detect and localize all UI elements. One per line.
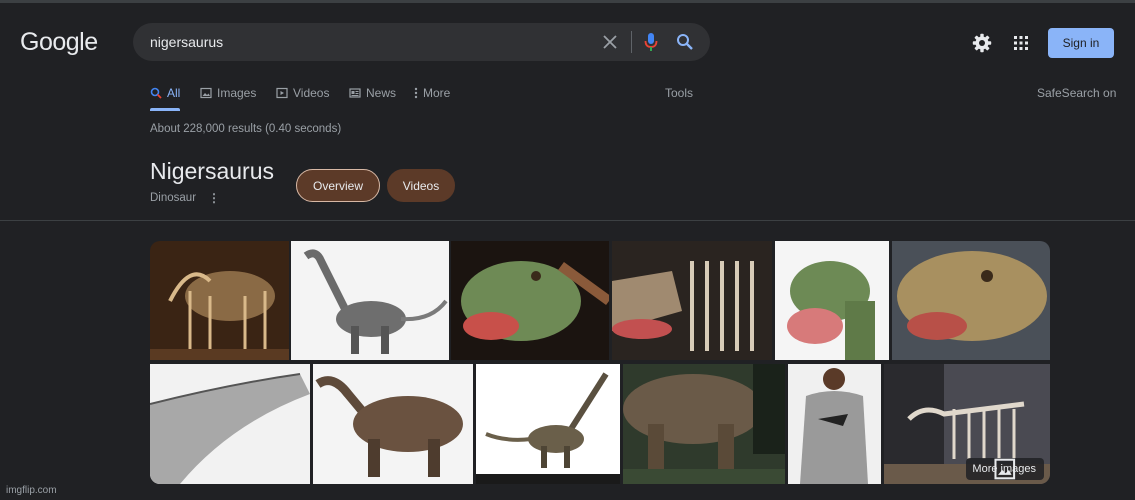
- sauropod-render-thumbnail[interactable]: [291, 241, 449, 360]
- tab-more-label: More: [423, 86, 451, 100]
- head-closeup-thumbnail[interactable]: [451, 241, 609, 360]
- tab-images-label: Images: [217, 86, 257, 100]
- news-icon: [349, 88, 361, 98]
- top-border: [0, 0, 1135, 3]
- search-icon: [150, 87, 162, 99]
- section-divider: [0, 220, 1135, 221]
- close-icon[interactable]: [602, 34, 618, 50]
- skeleton-thumbnail-1[interactable]: [150, 241, 289, 360]
- chip-videos[interactable]: Videos: [387, 169, 455, 202]
- image-icon: [200, 87, 212, 99]
- tab-more[interactable]: More: [414, 86, 450, 100]
- more-images-button[interactable]: More images: [966, 458, 1044, 480]
- chip-overview[interactable]: Overview: [296, 169, 380, 202]
- tab-all[interactable]: All: [150, 86, 180, 100]
- head-render-thumbnail[interactable]: [775, 241, 889, 360]
- more-vert-icon: [414, 87, 418, 99]
- search-query-text[interactable]: nigersaurus: [150, 34, 223, 50]
- tab-news[interactable]: News: [349, 86, 396, 100]
- tab-videos[interactable]: Videos: [276, 86, 329, 100]
- neck-sketch-thumbnail[interactable]: [150, 364, 310, 484]
- entity-title: Nigersaurus: [150, 158, 274, 184]
- entity-subtitle: Dinosaur: [150, 192, 197, 204]
- result-stats: About 228,000 results (0.40 seconds): [150, 123, 342, 135]
- imgflip-watermark: imgflip.com: [6, 485, 57, 496]
- tab-images[interactable]: Images: [200, 86, 256, 100]
- active-tab-indicator: [150, 108, 180, 111]
- search-divider: [631, 31, 632, 53]
- image-icon: [994, 458, 1016, 480]
- tab-videos-label: Videos: [293, 86, 330, 100]
- skeleton-thumbnail-2[interactable]: More images: [884, 364, 1050, 484]
- tab-news-label: News: [366, 86, 397, 100]
- full-body-thumbnail[interactable]: [476, 364, 620, 484]
- more-options-icon[interactable]: ⋮: [208, 191, 220, 205]
- tab-all-label: All: [167, 86, 181, 100]
- body-render-thumbnail[interactable]: [313, 364, 473, 484]
- head-closeup-thumbnail-2[interactable]: [892, 241, 1050, 360]
- search-icon[interactable]: [676, 33, 694, 51]
- gear-icon[interactable]: [972, 33, 992, 53]
- video-icon: [276, 87, 288, 99]
- apps-grid-icon[interactable]: [1013, 35, 1029, 51]
- microphone-icon[interactable]: [644, 32, 658, 52]
- tools-button[interactable]: Tools: [665, 86, 693, 100]
- jurassic-world-thumbnail[interactable]: [623, 364, 785, 484]
- safesearch-toggle[interactable]: SafeSearch on: [1037, 86, 1116, 100]
- image-grid: More images: [150, 241, 1050, 484]
- hoodie-product-thumbnail[interactable]: [788, 364, 881, 484]
- search-input[interactable]: nigersaurus: [133, 23, 710, 61]
- skull-skeleton-thumbnail[interactable]: [612, 241, 772, 360]
- google-logo[interactable]: Google: [20, 28, 98, 57]
- sign-in-button[interactable]: Sign in: [1048, 28, 1114, 58]
